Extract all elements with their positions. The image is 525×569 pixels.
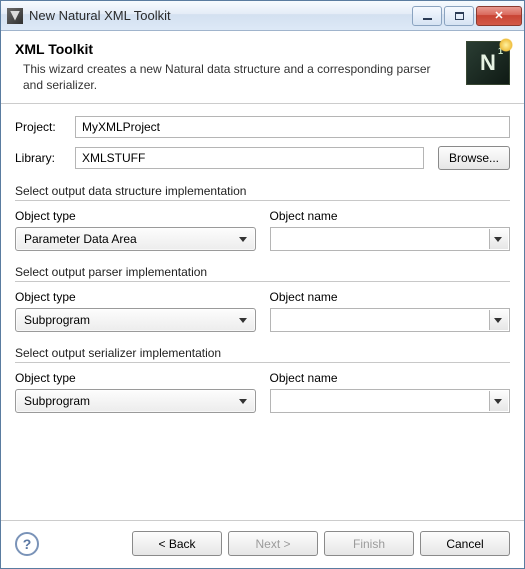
back-button[interactable]: < Back xyxy=(132,531,222,556)
object-name-label: Object name xyxy=(270,290,511,304)
browse-button[interactable]: Browse... xyxy=(438,146,510,170)
parser-name-combo[interactable] xyxy=(270,308,511,332)
group-serializer: Select output serializer implementation … xyxy=(15,346,510,413)
group-parser: Select output parser implementation Obje… xyxy=(15,265,510,332)
group-title: Select output parser implementation xyxy=(15,265,510,282)
window-controls: ✕ xyxy=(412,6,522,26)
group-data-structure: Select output data structure implementat… xyxy=(15,184,510,251)
project-field[interactable] xyxy=(75,116,510,138)
app-icon xyxy=(7,8,23,24)
serializer-name-combo[interactable] xyxy=(270,389,511,413)
wizard-content: Project: Library: Browse... Select outpu… xyxy=(1,104,524,520)
group-title: Select output data structure implementat… xyxy=(15,184,510,201)
data-structure-name-combo[interactable] xyxy=(270,227,511,251)
cancel-button[interactable]: Cancel xyxy=(420,531,510,556)
minimize-button[interactable] xyxy=(412,6,442,26)
maximize-button[interactable] xyxy=(444,6,474,26)
xml-toolkit-icon: N 1 xyxy=(466,41,510,85)
project-label: Project: xyxy=(15,120,67,134)
titlebar: New Natural XML Toolkit ✕ xyxy=(1,1,524,31)
wizard-header: XML Toolkit This wizard creates a new Na… xyxy=(1,31,524,104)
data-structure-type-select[interactable]: Parameter Data Area xyxy=(15,227,256,251)
object-type-label: Object type xyxy=(15,209,256,223)
group-title: Select output serializer implementation xyxy=(15,346,510,363)
close-button[interactable]: ✕ xyxy=(476,6,522,26)
library-label: Library: xyxy=(15,151,67,165)
object-type-label: Object type xyxy=(15,371,256,385)
help-icon[interactable]: ? xyxy=(15,532,39,556)
parser-type-select[interactable]: Subprogram xyxy=(15,308,256,332)
object-type-label: Object type xyxy=(15,290,256,304)
library-field[interactable] xyxy=(75,147,424,169)
window-title: New Natural XML Toolkit xyxy=(29,8,412,23)
header-description: This wizard creates a new Natural data s… xyxy=(15,61,454,93)
serializer-type-select[interactable]: Subprogram xyxy=(15,389,256,413)
next-button[interactable]: Next > xyxy=(228,531,318,556)
object-name-label: Object name xyxy=(270,371,511,385)
wizard-window: New Natural XML Toolkit ✕ XML Toolkit Th… xyxy=(0,0,525,569)
wizard-footer: ? < Back Next > Finish Cancel xyxy=(1,520,524,568)
object-name-label: Object name xyxy=(270,209,511,223)
header-title: XML Toolkit xyxy=(15,41,454,57)
finish-button[interactable]: Finish xyxy=(324,531,414,556)
